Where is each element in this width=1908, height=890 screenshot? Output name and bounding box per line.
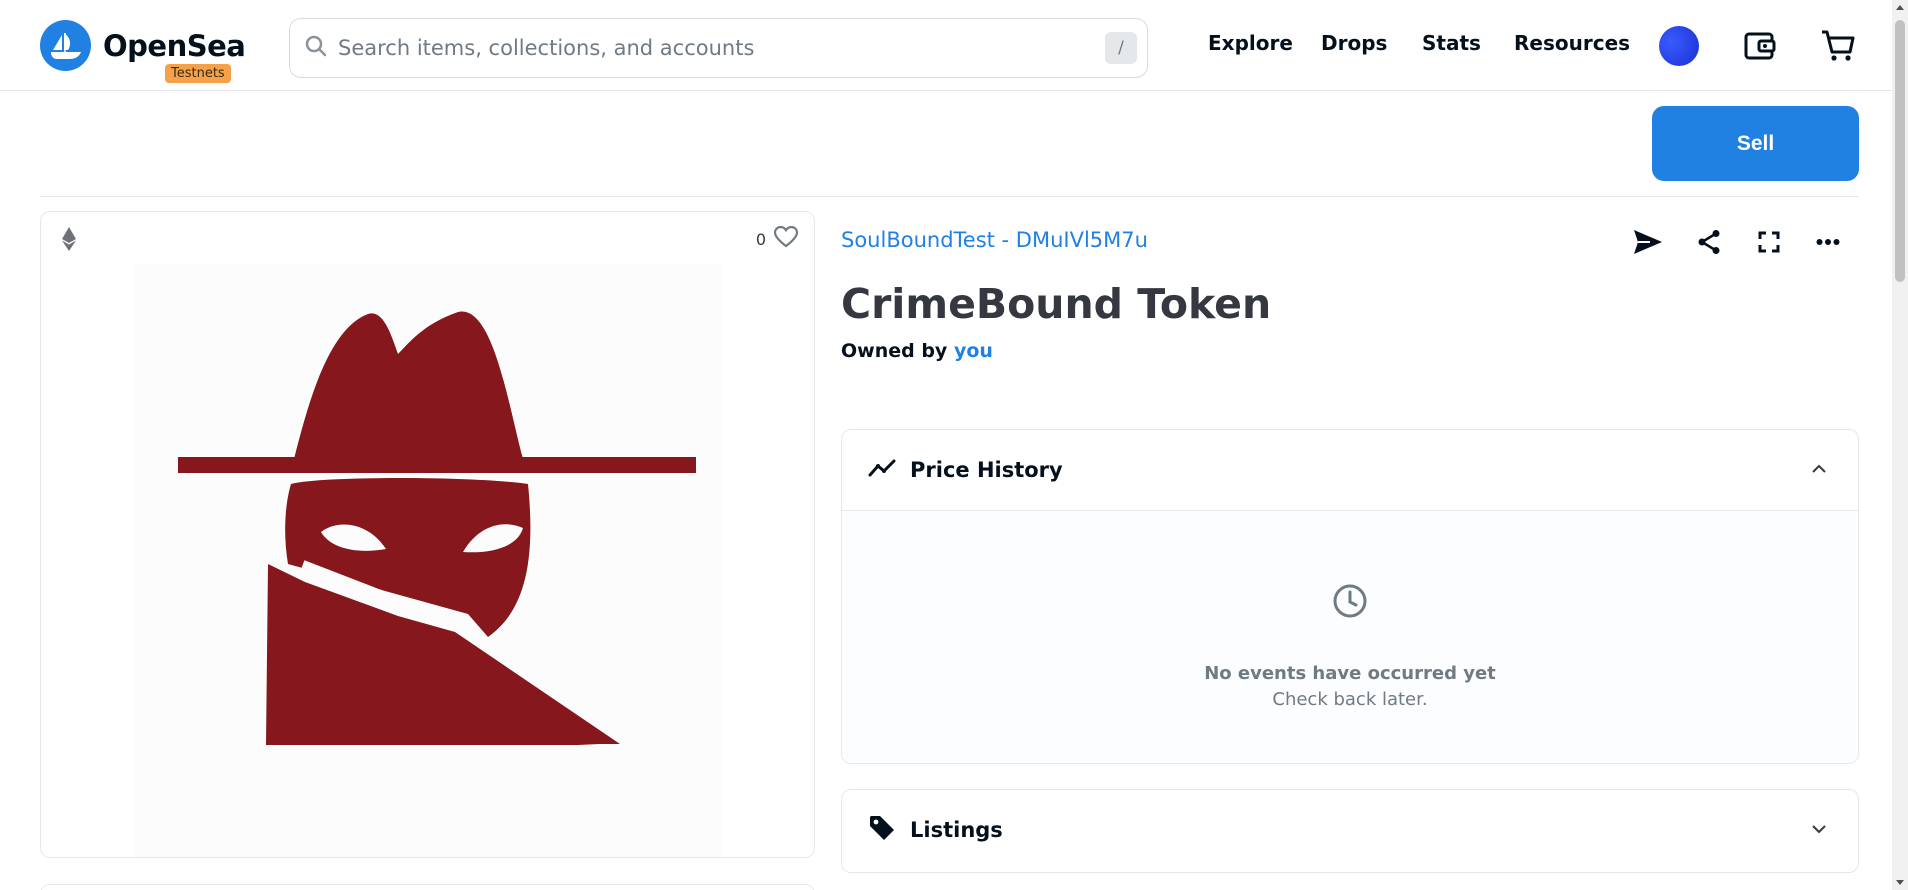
favorites-count: 0	[755, 229, 766, 249]
divider	[40, 196, 1859, 197]
listings-header[interactable]: Listings	[842, 790, 1858, 870]
owner-link[interactable]: you	[954, 340, 993, 362]
cart-icon[interactable]	[1818, 26, 1858, 66]
brand-name: OpenSea	[103, 28, 246, 63]
top-navbar: OpenSea Testnets / Explore Drops Stats R…	[0, 0, 1892, 91]
search-bar[interactable]: /	[289, 18, 1148, 78]
empty-state-subtitle: Check back later.	[1272, 689, 1428, 710]
opensea-ship-icon	[40, 20, 91, 71]
listings-panel: Listings	[841, 789, 1859, 873]
nav-explore[interactable]: Explore	[1208, 31, 1293, 55]
spy-figure-image	[178, 311, 696, 745]
item-title: CrimeBound Token	[841, 280, 1272, 328]
price-history-empty-state: No events have occurred yet Check back l…	[842, 510, 1858, 763]
search-input[interactable]	[338, 36, 1078, 60]
more-options-icon[interactable]	[1810, 224, 1846, 260]
search-shortcut-key: /	[1105, 32, 1137, 64]
chart-trend-icon	[868, 458, 896, 482]
chevron-up-icon[interactable]	[1810, 460, 1828, 479]
owned-by-label: Owned by	[841, 340, 948, 362]
nft-image[interactable]	[133, 264, 721, 857]
scroll-thumb[interactable]	[1895, 20, 1905, 282]
empty-state-title: No events have occurred yet	[1204, 663, 1496, 684]
transfer-icon[interactable]	[1630, 224, 1666, 260]
wallet-icon[interactable]	[1740, 26, 1780, 66]
favorite-control[interactable]: 0	[755, 225, 799, 252]
nav-resources[interactable]: Resources	[1514, 31, 1630, 55]
nav-stats[interactable]: Stats	[1422, 31, 1481, 55]
properties-card	[40, 884, 815, 890]
scroll-down-arrow[interactable]	[1896, 880, 1904, 885]
fullscreen-icon[interactable]	[1751, 224, 1787, 260]
chevron-down-icon[interactable]	[1810, 820, 1828, 839]
owner-line: Owned by you	[841, 340, 993, 362]
listings-title: Listings	[910, 818, 1003, 842]
search-icon	[304, 34, 328, 62]
page-scrollbar[interactable]	[1892, 0, 1908, 890]
testnets-badge: Testnets	[165, 64, 231, 83]
price-history-header[interactable]: Price History	[842, 430, 1858, 510]
clock-icon	[1332, 583, 1368, 623]
heart-icon[interactable]	[773, 225, 799, 252]
price-history-panel: Price History No events have occurred ye…	[841, 429, 1859, 764]
sell-button[interactable]: Sell	[1652, 106, 1859, 181]
profile-avatar[interactable]	[1659, 26, 1699, 66]
ethereum-icon	[61, 227, 77, 255]
share-icon[interactable]	[1691, 224, 1727, 260]
item-image-card: 0	[40, 211, 815, 858]
tag-icon	[868, 814, 896, 846]
scroll-up-arrow[interactable]	[1896, 5, 1904, 10]
nav-drops[interactable]: Drops	[1321, 31, 1387, 55]
price-history-title: Price History	[910, 458, 1063, 482]
collection-link[interactable]: SoulBoundTest - DMuIVl5M7u	[841, 228, 1148, 252]
